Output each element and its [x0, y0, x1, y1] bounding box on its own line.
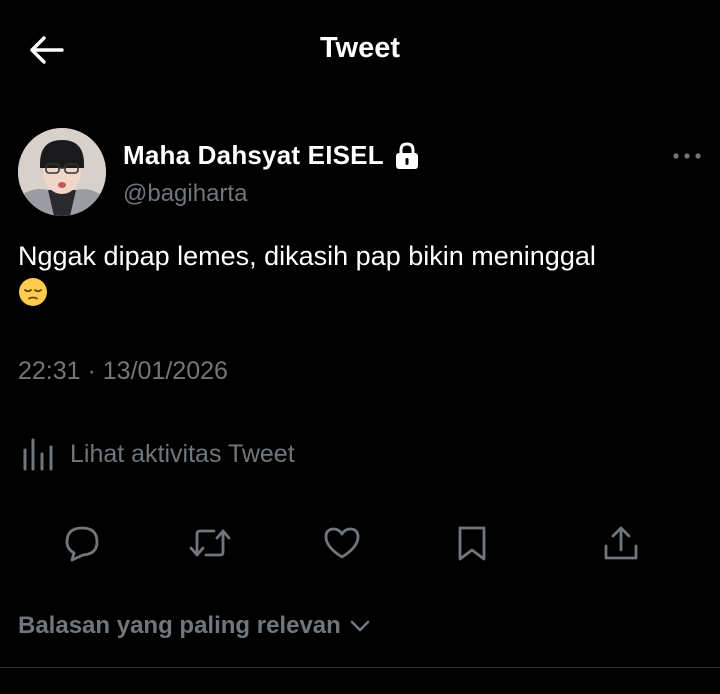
- user-handle[interactable]: @bagiharta: [123, 180, 247, 208]
- tweet-actions: [0, 515, 720, 571]
- retweet-icon: [189, 529, 231, 557]
- analytics-label: Lihat aktivitas Tweet: [70, 439, 295, 468]
- more-options-button[interactable]: [672, 146, 702, 166]
- replies-sort-dropdown[interactable]: Balasan yang paling relevan: [18, 612, 371, 640]
- display-name[interactable]: Maha Dahsyat EISEL: [123, 140, 384, 171]
- more-horizontal-icon: [673, 153, 701, 159]
- avatar-image: [18, 128, 106, 216]
- reply-icon: [65, 526, 99, 562]
- heart-icon: [324, 527, 360, 559]
- share-icon: [604, 526, 638, 560]
- page-title: Tweet: [319, 32, 401, 64]
- lock-icon: [395, 141, 418, 169]
- view-tweet-activity[interactable]: Lihat aktivitas Tweet: [20, 436, 295, 472]
- chevron-down-icon: [350, 620, 370, 632]
- tweet-timestamp[interactable]: 22:31 · 13/01/2026: [18, 357, 228, 386]
- analytics-bar-icon: [23, 438, 53, 471]
- retweet-button[interactable]: [188, 521, 232, 565]
- bookmark-icon: [458, 526, 486, 561]
- tweet-text: Nggak dipap lemes, dikasih pap bikin men…: [18, 241, 596, 271]
- like-button[interactable]: [320, 521, 364, 565]
- avatar[interactable]: [18, 128, 106, 216]
- replies-sort-label: Balasan yang paling relevan: [18, 612, 341, 639]
- bookmark-button[interactable]: [450, 521, 494, 565]
- divider: [0, 667, 720, 668]
- top-bar: Tweet: [0, 0, 720, 100]
- pensive-face-emoji: [19, 278, 47, 306]
- name-row: Maha Dahsyat EISEL: [123, 140, 420, 171]
- tweet-author: Maha Dahsyat EISEL @bagiharta: [18, 128, 702, 218]
- tweet-body: Nggak dipap lemes, dikasih pap bikin men…: [18, 240, 698, 311]
- share-button[interactable]: [599, 521, 643, 565]
- reply-button[interactable]: [60, 521, 104, 565]
